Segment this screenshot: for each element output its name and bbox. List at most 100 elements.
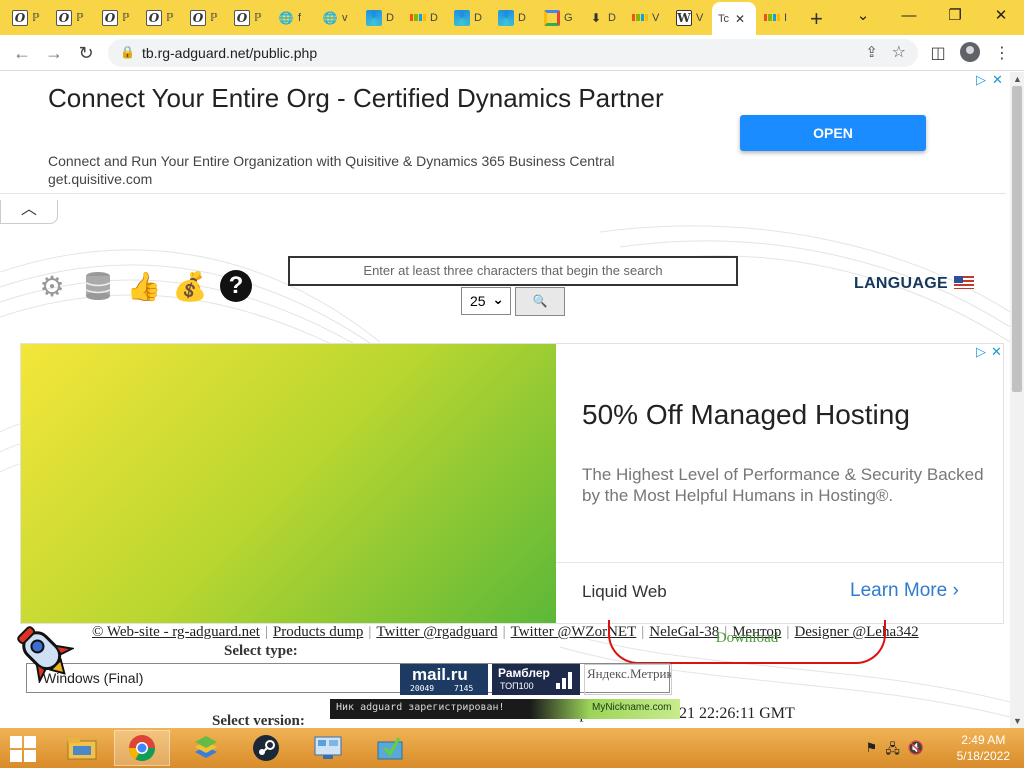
ad-divider <box>556 562 1003 563</box>
url-text[interactable]: tb.rg-adguard.net/public.php <box>142 45 317 61</box>
rambler-counter-badge[interactable]: Рамблер ТОП100 <box>492 664 580 695</box>
browser-tab[interactable]: V <box>626 4 668 31</box>
link-website[interactable]: © Web-site - rg-adguard.net <box>92 624 260 640</box>
lock-icon[interactable]: 🔒 <box>120 45 135 59</box>
volume-muted-icon[interactable]: 🔇 <box>908 740 924 762</box>
ad-close-icon[interactable]: ✕ <box>992 72 1003 88</box>
restore-icon[interactable]: ❐ <box>932 0 978 34</box>
browser-tab[interactable]: WV <box>670 4 712 31</box>
scrollbar-thumb[interactable] <box>1012 86 1022 392</box>
chevron-right-icon: › <box>952 580 959 601</box>
opera-o-icon: O <box>234 9 250 26</box>
browser-tab[interactable]: D <box>448 4 490 31</box>
chrome-icon[interactable] <box>114 730 170 766</box>
search-button[interactable]: 🔍 <box>515 287 565 316</box>
scroll-down-icon[interactable]: ▼ <box>1013 716 1022 726</box>
ad-description: Connect and Run Your Entire Organization… <box>48 153 615 169</box>
edge-icon <box>366 9 382 26</box>
microsoft-icon <box>410 10 426 26</box>
ad-open-button[interactable]: OPEN <box>740 115 926 151</box>
opera-o-icon: O <box>56 9 72 26</box>
learn-more-link[interactable]: Learn More › <box>850 580 959 602</box>
browser-tab[interactable]: 🌐 v <box>316 4 358 31</box>
help-question-icon[interactable]: ? <box>220 270 252 302</box>
new-tab-button[interactable]: + <box>810 6 823 32</box>
browser-tab[interactable]: D <box>492 4 534 31</box>
browser-tab[interactable]: Oℙ <box>96 4 138 31</box>
browser-tab-active[interactable]: Tc ✕ <box>712 2 756 35</box>
side-panel-icon[interactable]: ◫ <box>928 43 948 63</box>
network-icon[interactable]: 🖧 <box>885 740 900 762</box>
browser-tab[interactable]: G <box>538 4 580 31</box>
link-twitter-rgadguard[interactable]: Twitter @rgadguard <box>376 624 497 640</box>
browser-tab[interactable]: Oℙ <box>140 4 182 31</box>
microsoft-icon <box>632 10 648 26</box>
browser-tab[interactable]: 🌐 f <box>272 4 314 31</box>
yandex-metrika-image[interactable]: Яндекс.Метрика <box>584 664 672 695</box>
control-panel-icon[interactable] <box>300 730 356 766</box>
language-selector[interactable]: LANGUAGE <box>854 275 974 293</box>
steam-icon[interactable] <box>238 730 294 766</box>
scroll-up-icon[interactable]: ▲ <box>1013 74 1022 84</box>
mailru-counter-badge[interactable]: mail.ru 20049 7145 <box>400 664 488 695</box>
google-icon <box>544 9 560 26</box>
link-products-dump[interactable]: Products dump <box>273 624 363 640</box>
bookmark-star-icon[interactable]: ☆ <box>892 42 906 62</box>
gear-icon[interactable]: ⚙ <box>36 270 68 302</box>
flag-notification-icon[interactable]: ⚑ <box>866 740 878 762</box>
address-bar[interactable]: 🔒 tb.rg-adguard.net/public.php ⇪ ☆ <box>108 39 918 67</box>
globe-icon: 🌐 <box>278 10 294 25</box>
ad-domain[interactable]: get.quisitive.com <box>48 171 152 187</box>
database-icon[interactable] <box>82 270 114 302</box>
close-tab-icon[interactable]: ✕ <box>735 12 745 26</box>
page-scrollbar[interactable]: ▲ ▼ <box>1010 72 1024 728</box>
close-window-icon[interactable]: ✕ <box>978 0 1024 34</box>
back-icon[interactable]: ← <box>10 41 34 65</box>
browser-tab[interactable]: D <box>404 4 446 31</box>
ad-headline[interactable]: 50% Off Managed Hosting <box>582 399 910 431</box>
download-button[interactable]: Download <box>608 620 886 664</box>
ad-headline[interactable]: Connect Your Entire Org - Certified Dyna… <box>48 80 688 116</box>
browser-tab[interactable]: ⬇ D <box>582 4 624 31</box>
browser-tab[interactable]: Oℙ <box>6 4 48 31</box>
tab-search-icon[interactable]: ⌄ <box>840 0 886 34</box>
system-clock[interactable]: 2:49 AM 5/18/2022 <box>957 732 1010 764</box>
nickname-banner[interactable]: Ник adguard зарегистрирован! MyNickname.… <box>330 699 680 719</box>
share-icon[interactable]: ⇪ <box>865 43 878 61</box>
microsoft-icon <box>764 10 780 26</box>
collapse-ad-button[interactable]: ︿ <box>0 200 58 224</box>
search-input[interactable]: Enter at least three characters that beg… <box>288 256 738 286</box>
browser-tab[interactable]: D <box>360 4 402 31</box>
ad-image[interactable] <box>21 344 556 623</box>
ad-close-icon[interactable]: ✕ <box>991 344 1002 360</box>
ad-brand[interactable]: Liquid Web <box>582 582 667 602</box>
hosting-ad-banner[interactable]: 50% Off Managed Hosting The Highest Leve… <box>20 343 1004 624</box>
profile-avatar-icon[interactable] <box>960 42 980 62</box>
forward-icon[interactable]: → <box>42 41 66 65</box>
results-per-page-select[interactable]: 25 <box>461 286 511 315</box>
menu-kebab-icon[interactable]: ⋮ <box>992 43 1012 63</box>
money-bag-icon[interactable]: 💰 <box>173 270 208 302</box>
adchoices-icon[interactable]: ▷ <box>976 344 986 360</box>
file-explorer-icon[interactable] <box>54 730 110 766</box>
signal-bars-icon <box>556 671 572 689</box>
adchoices-icon[interactable]: ▷ <box>976 72 986 88</box>
bluestacks-icon[interactable] <box>178 730 234 766</box>
opera-o-icon: O <box>12 9 28 26</box>
site-icon-row: ⚙ 👍 💰 ? <box>36 270 252 302</box>
browser-tab[interactable]: Oℙ <box>184 4 226 31</box>
thumbs-up-icon[interactable]: 👍 <box>127 270 162 302</box>
browser-tab[interactable]: Oℙ <box>50 4 92 31</box>
top-ad-banner[interactable]: Connect Your Entire Org - Certified Dyna… <box>0 72 1006 194</box>
browser-tab[interactable]: I <box>758 4 800 31</box>
browser-toolbar: ← → ↻ 🔒 tb.rg-adguard.net/public.php ⇪ ☆… <box>0 35 1024 71</box>
select-type-label: Select type: <box>224 643 298 659</box>
browser-tab[interactable]: Oℙ <box>228 4 270 31</box>
minimize-icon[interactable]: — <box>886 0 932 34</box>
start-button[interactable] <box>8 736 38 762</box>
downloader-icon[interactable] <box>362 730 418 766</box>
system-tray: ⚑ 🖧 🔇 <box>866 740 924 762</box>
us-flag-icon <box>953 276 974 289</box>
select-version-label: Select version: <box>212 713 305 728</box>
reload-icon[interactable]: ↻ <box>74 41 98 65</box>
